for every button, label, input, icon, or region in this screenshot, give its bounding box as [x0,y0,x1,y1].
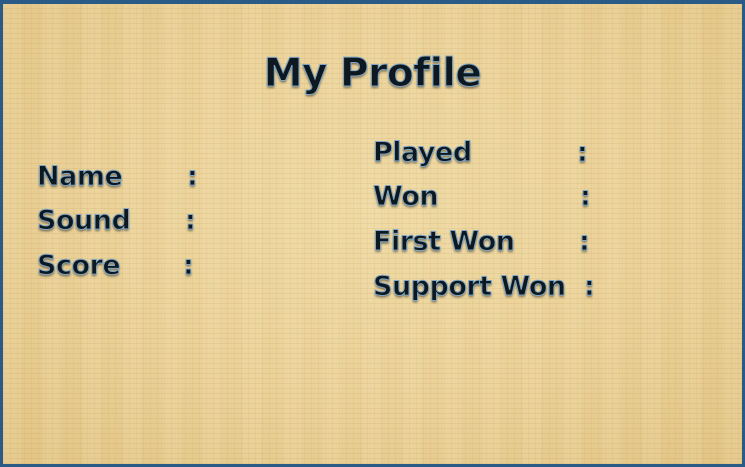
played-separator: : [576,137,588,169]
won-label: Won [372,181,439,213]
sound-label: Sound [36,205,131,237]
sound-separator: : [184,205,196,237]
support-won-label: Support Won [373,271,567,303]
first-won-label: First Won [372,226,515,258]
name-separator: : [186,161,198,193]
profile-panel: My Profile Name : Sound : Score : Played… [0,0,745,467]
won-separator: : [579,181,591,213]
page-title: My Profile [263,51,482,97]
support-won-separator: : [583,271,595,303]
name-label: Name [36,161,123,193]
score-label: Score [36,250,121,282]
first-won-separator: : [578,226,590,258]
played-label: Played [373,137,473,169]
score-separator: : [182,250,194,282]
